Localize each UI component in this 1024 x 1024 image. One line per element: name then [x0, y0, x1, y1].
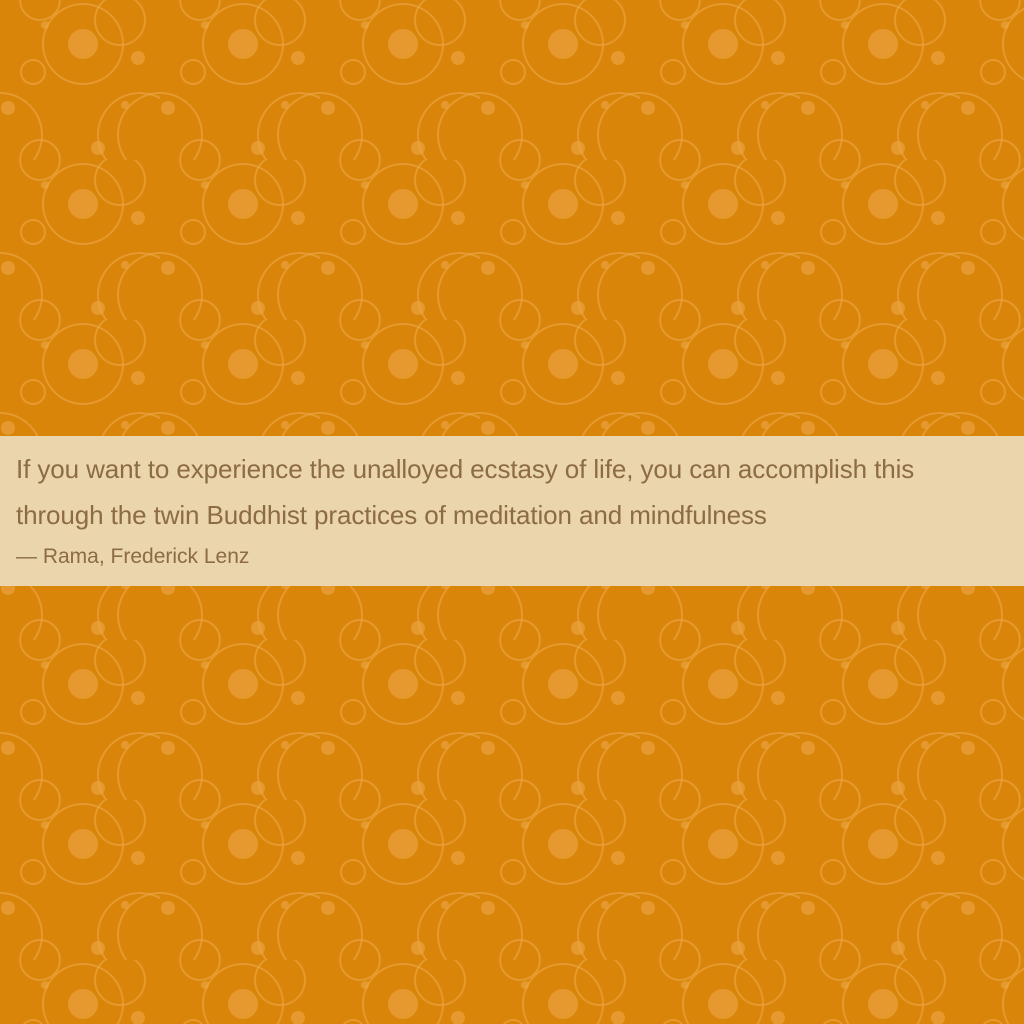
quote-author: — Rama, Frederick Lenz: [16, 545, 250, 568]
quote-banner: If you want to experience the unalloyed …: [0, 436, 1024, 586]
quote-text: If you want to experience the unalloyed …: [16, 454, 915, 530]
